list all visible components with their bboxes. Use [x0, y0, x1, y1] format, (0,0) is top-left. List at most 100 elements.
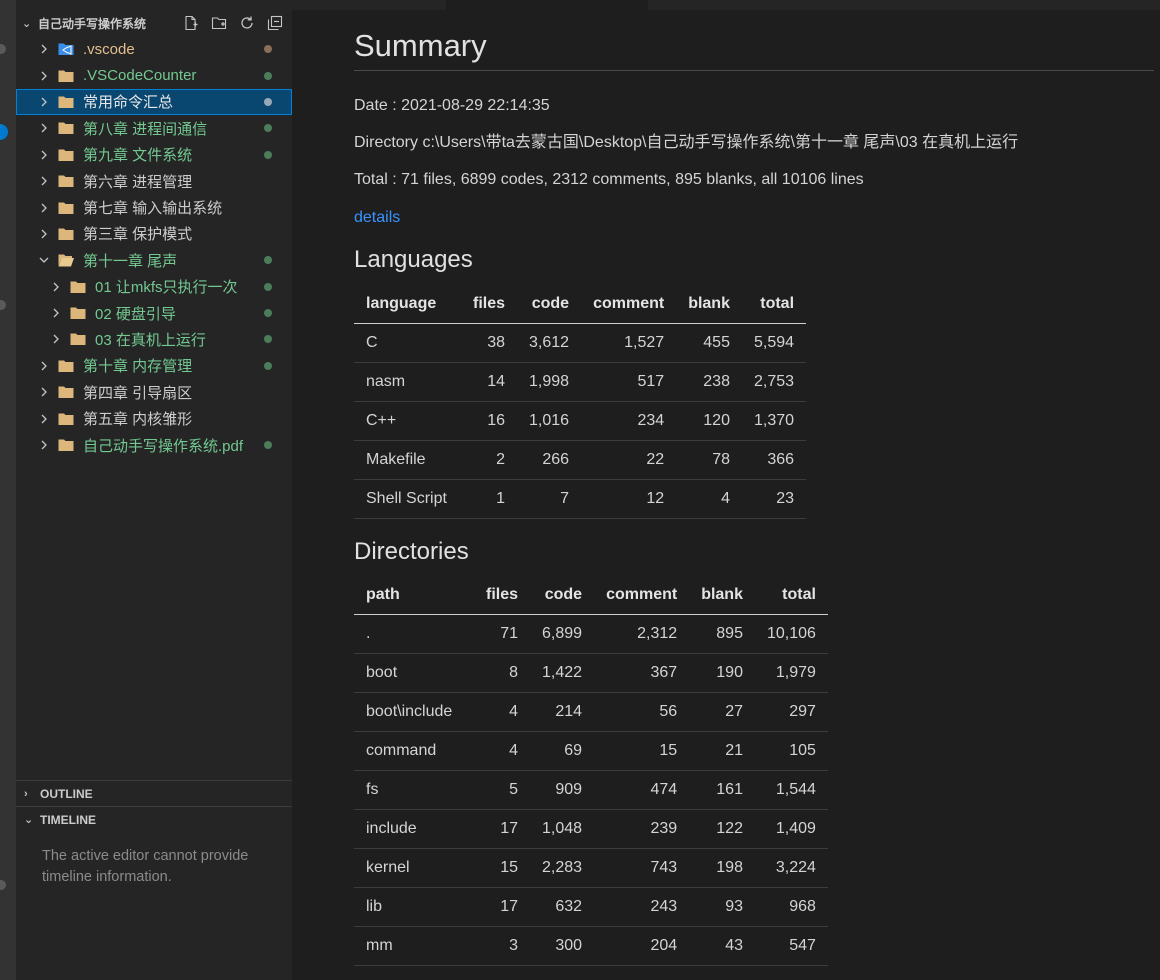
table-cell: C: [354, 323, 461, 363]
table-cell: .: [354, 614, 474, 654]
table-cell: 366: [741, 440, 807, 480]
tree-item[interactable]: 第九章 文件系统: [16, 142, 292, 168]
date-line: Date : 2021-08-29 22:14:35: [354, 97, 550, 114]
table-cell: 204: [594, 926, 690, 966]
tree-item[interactable]: .VSCodeCounter: [16, 62, 292, 88]
table-cell: boot: [354, 653, 474, 693]
table-cell: 17: [474, 887, 531, 927]
table-cell: 1,048: [530, 809, 595, 849]
account-icon[interactable]: [0, 880, 6, 890]
column-header: code: [517, 285, 582, 324]
table-cell: 243: [594, 887, 690, 927]
tree-item[interactable]: 03 在真机上运行: [16, 326, 292, 352]
outline-panel-header[interactable]: › OUTLINE: [16, 780, 292, 806]
table-cell: 12: [581, 479, 677, 519]
folder-icon: [58, 121, 76, 135]
directories-table: path files code comment blank total . 71 6,899 2…: [354, 576, 828, 966]
chevron-down-icon: [36, 255, 52, 265]
table-cell: Shell Script: [354, 479, 461, 519]
folder-icon: [58, 438, 76, 452]
collapse-all-icon[interactable]: [264, 13, 286, 33]
table-cell: 5,594: [741, 323, 807, 363]
column-header: total: [741, 285, 807, 324]
column-header: code: [530, 576, 595, 615]
tree-item[interactable]: 第十章 内存管理: [16, 353, 292, 379]
tree-item-label: .VSCodeCounter: [83, 67, 197, 85]
tree-item[interactable]: 第四章 引导扇区: [16, 379, 292, 405]
tree-item[interactable]: 第五章 内核雏形: [16, 405, 292, 431]
git-status-dot: [264, 361, 272, 370]
tree-item[interactable]: 02 硬盘引导: [16, 300, 292, 326]
table-cell: 895: [689, 614, 755, 654]
chevron-right-icon: [36, 414, 52, 424]
tree-item[interactable]: .vscode: [16, 36, 292, 62]
table-cell: 4: [474, 731, 531, 771]
tree-item[interactable]: 01 让mkfs只执行一次: [16, 274, 292, 300]
chevron-right-icon: [36, 97, 52, 107]
new-folder-icon[interactable]: [208, 13, 230, 33]
table-cell: 23: [741, 479, 807, 519]
notification-badge: [0, 124, 8, 140]
workspace-title: 自己动手写操作系统: [38, 16, 147, 31]
tree-item[interactable]: 第三章 保护模式: [16, 221, 292, 247]
table-cell: 105: [754, 731, 828, 771]
table-cell: 1,527: [581, 323, 677, 363]
table-cell: 300: [530, 926, 595, 966]
activity-icon[interactable]: [0, 300, 6, 310]
table-cell: 3,612: [517, 323, 582, 363]
git-status-dot: [264, 177, 272, 185]
editor-area: Summary Date : 2021-08-29 22:14:35 Direc…: [292, 0, 1160, 980]
tree-item-label: 02 硬盘引导: [95, 305, 176, 323]
table-cell: 56: [594, 692, 690, 732]
git-status-dot: [264, 97, 272, 106]
table-cell: 10,106: [754, 614, 828, 654]
languages-table: language files code comment blank total C 38 3,…: [354, 285, 807, 519]
git-status-dot: [264, 441, 272, 450]
folder-icon: [58, 412, 76, 426]
directory-row: include 17 1,048 239 122 1,409: [354, 809, 828, 849]
explorer-header[interactable]: ⌄ 自己动手写操作系统: [16, 12, 292, 34]
markdown-preview: Summary Date : 2021-08-29 22:14:35 Direc…: [354, 28, 1154, 966]
timeline-panel-header[interactable]: ⌄ TIMELINE: [16, 806, 292, 832]
tree-item[interactable]: 自己动手写操作系统.pdf: [16, 432, 292, 458]
new-file-icon[interactable]: [180, 13, 202, 33]
table-cell: 4: [676, 479, 742, 519]
folder-icon: [58, 174, 76, 188]
tree-item-label: 03 在真机上运行: [95, 331, 206, 349]
table-cell: 238: [676, 362, 742, 402]
table-cell: C++: [354, 401, 461, 441]
table-cell: 3,224: [754, 848, 828, 888]
explorer-sidebar: ⌄ 自己动手写操作系统 .vscode .VSCodeCounter 常用命令汇总第…: [16, 0, 292, 980]
tree-item[interactable]: 第八章 进程间通信: [16, 115, 292, 141]
directories-heading: Directories: [354, 537, 469, 565]
folder-icon: [58, 385, 76, 399]
table-cell: 1,409: [754, 809, 828, 849]
tree-item[interactable]: 第十一章 尾声: [16, 247, 292, 273]
column-header: path: [354, 576, 474, 615]
editor-tab[interactable]: [446, 0, 648, 10]
table-cell: 214: [530, 692, 595, 732]
table-cell: nasm: [354, 362, 461, 402]
chevron-right-icon: [36, 229, 52, 239]
language-row: Makefile 2 266 22 78 366: [354, 440, 807, 480]
table-cell: 2,312: [594, 614, 690, 654]
column-header: language: [354, 285, 461, 324]
table-cell: 2,283: [530, 848, 595, 888]
table-cell: 22: [581, 440, 677, 480]
table-cell: 455: [676, 323, 742, 363]
table-cell: 1,422: [530, 653, 595, 693]
refresh-icon[interactable]: [236, 13, 258, 33]
table-cell: 161: [689, 770, 755, 810]
tree-item[interactable]: 第七章 输入输出系统: [16, 194, 292, 220]
vscode-folder-icon: [58, 42, 76, 56]
activity-icon[interactable]: [0, 44, 6, 54]
table-cell: 1: [461, 479, 518, 519]
tab-strip: [292, 0, 1160, 10]
tree-item[interactable]: 第六章 进程管理: [16, 168, 292, 194]
tree-item[interactable]: 常用命令汇总: [16, 88, 292, 116]
details-link[interactable]: details: [354, 209, 1154, 227]
activity-bar: [0, 0, 16, 980]
chevron-right-icon: [48, 308, 64, 318]
chevron-right-icon: [36, 203, 52, 213]
folder-icon: [58, 148, 76, 162]
